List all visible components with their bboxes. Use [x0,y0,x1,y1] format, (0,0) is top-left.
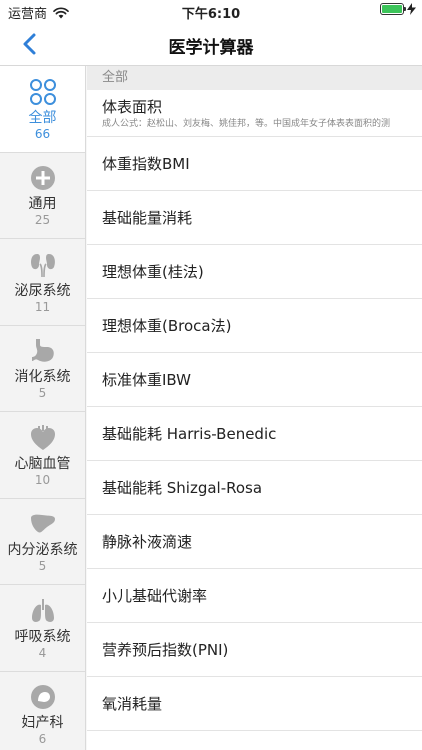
item-title: 体表面积 [102,97,163,116]
sidebar-item-general[interactable]: 通用 25 [0,153,85,239]
item-title: 营养预后指数(PNI) [102,640,229,659]
list-item[interactable]: 营养预后指数(PNI) [87,623,422,677]
sidebar-item-label: 全部 [28,109,57,126]
sidebar-item-label: 心脑血管 [14,455,71,472]
status-bar: 运营商 下午6:10 [0,0,422,22]
sidebar-item-count: 5 [38,386,47,401]
item-subtitle: 成人公式：赵松山、刘友梅、姚佳邦，等。中国成年女子体表表面积的测 [102,118,391,129]
sidebar-item-count: 4 [38,645,47,660]
grid-icon [29,78,56,105]
sidebar-item-count: 25 [34,213,51,228]
list-item[interactable]: 理想体重(桂法) [87,245,422,299]
sidebar-item-respiratory[interactable]: 呼吸系统 4 [0,585,85,672]
status-time: 下午6:10 [181,7,241,22]
item-title: 基础能耗 Harris-Benedic [102,424,277,443]
item-title: 静脉补液滴速 [102,532,193,551]
sidebar-item-label: 泌尿系统 [14,282,71,299]
page-title: 医学计算器 [168,38,254,58]
battery-icon [380,3,406,15]
stomach-icon [31,339,54,362]
list-item[interactable]: 基础能耗 Harris-Benedic [87,407,422,461]
section-header: 全部 [87,66,422,90]
sidebar-item-urinary[interactable]: 泌尿系统 11 [0,239,85,326]
list-item[interactable]: 理想体重(Broca法) [87,299,422,353]
sidebar-item-label: 通用 [28,196,57,213]
list-item[interactable]: 体表面积 成人公式：赵松山、刘友梅、姚佳邦，等。中国成年女子体表表面积的测 [87,90,422,137]
sidebar-item-count: 6 [38,732,47,747]
item-title: 标准体重IBW [102,370,192,389]
uterus-icon [30,685,55,710]
list-item[interactable]: 体重指数BMI [87,137,422,191]
sidebar-item-obgyn[interactable]: 妇产科 6 [0,672,85,750]
item-title: 小儿基础代谢率 [102,586,208,605]
item-title: 理想体重(Broca法) [102,316,232,335]
list-item[interactable]: 基础能量消耗 [87,191,422,245]
status-right [380,3,416,15]
charging-icon [407,3,416,15]
sidebar-item-all[interactable]: 全部 66 [0,66,85,153]
heart-icon [30,424,55,450]
sidebar-item-count: 5 [38,559,47,574]
sidebar-item-digestive[interactable]: 消化系统 5 [0,326,85,412]
item-title: 基础能量消耗 [102,208,193,227]
category-sidebar: 全部 66 通用 25 泌尿系统 11 消化系统 5 心脑血管 10 内分泌系统… [0,66,86,750]
sidebar-item-label: 消化系统 [14,369,71,386]
sidebar-item-cardio[interactable]: 心脑血管 10 [0,412,85,499]
calculator-list: 全部 体表面积 成人公式：赵松山、刘友梅、姚佳邦，等。中国成年女子体表表面积的测… [87,66,422,750]
sidebar-item-endocrine[interactable]: 内分泌系统 5 [0,499,85,585]
kidney-icon [30,253,55,277]
liver-icon [30,514,55,533]
lungs-icon [31,598,54,622]
item-title: 理想体重(桂法) [102,262,204,281]
sidebar-item-count: 11 [34,299,51,314]
list-item[interactable]: 静脉补液滴速 [87,515,422,569]
sidebar-item-label: 内分泌系统 [7,542,78,559]
item-title: 氧消耗量 [102,694,163,713]
list-item[interactable]: 小儿基础代谢率 [87,569,422,623]
plus-circle-icon [30,166,55,191]
item-title: 体重指数BMI [102,154,190,173]
sidebar-item-count: 10 [34,472,51,487]
item-title: 基础能耗 Shizgal-Rosa [102,478,263,497]
sidebar-item-label: 呼吸系统 [14,628,71,645]
navigation-bar: 医学计算器 [0,22,422,66]
list-item[interactable]: 标准体重IBW [87,353,422,407]
sidebar-item-count: 66 [34,126,51,141]
list-item[interactable]: 氧消耗量 [87,677,422,731]
list-item[interactable]: 基础能耗 Shizgal-Rosa [87,461,422,515]
sidebar-item-label: 妇产科 [21,715,64,732]
